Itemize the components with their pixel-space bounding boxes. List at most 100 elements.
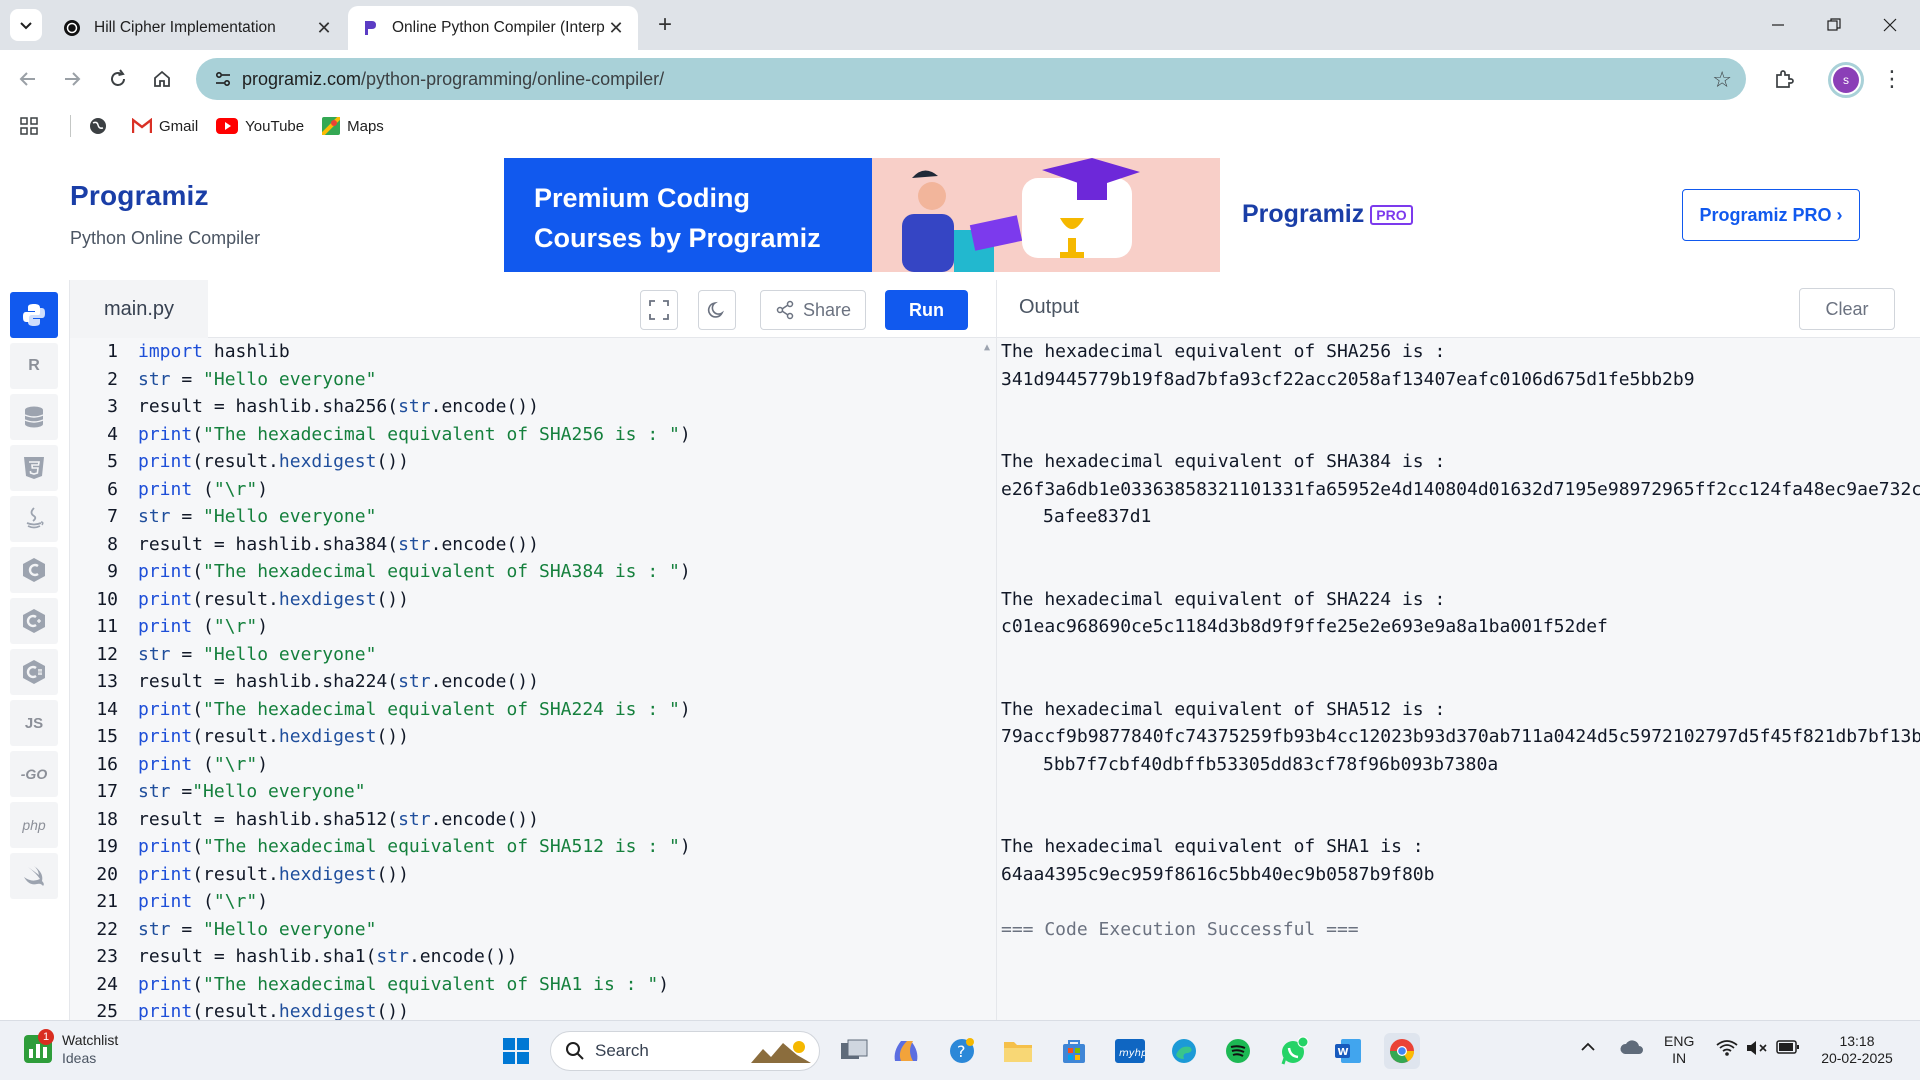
clear-output-button[interactable]: Clear: [1799, 288, 1895, 330]
copilot-icon[interactable]: [888, 1033, 924, 1069]
line-number: 15: [96, 726, 118, 748]
code-line[interactable]: 21 print ("\r"): [70, 888, 268, 916]
pro-badge: PRO: [1370, 205, 1413, 226]
tab-search-button[interactable]: [10, 9, 42, 41]
get-help-icon[interactable]: ?: [944, 1033, 980, 1069]
microsoft-store-icon[interactable]: [1056, 1033, 1092, 1069]
whatsapp-icon[interactable]: [1276, 1033, 1312, 1069]
clock[interactable]: 13:18 20-02-2025: [1812, 1033, 1902, 1067]
line-number: 2: [107, 368, 118, 390]
taskbar-search[interactable]: Search: [550, 1031, 820, 1071]
file-explorer-icon[interactable]: [1000, 1033, 1036, 1069]
code-line[interactable]: 14 print("The hexadecimal equivalent of S…: [70, 696, 690, 724]
share-icon: [776, 300, 794, 320]
browser-toolbar: programiz.com/python-programming/online-…: [0, 50, 1920, 108]
dark-mode-button[interactable]: [698, 290, 736, 330]
forward-button[interactable]: [56, 63, 88, 95]
code-line[interactable]: 25 print(result.hexdigest()): [70, 998, 409, 1020]
code-line[interactable]: 23 result = hashlib.sha1(str.encode()): [70, 943, 517, 971]
code-line[interactable]: 3 result = hashlib.sha256(str.encode()): [70, 393, 539, 421]
code-line[interactable]: 19 print("The hexadecimal equivalent of S…: [70, 833, 690, 861]
close-window-button[interactable]: [1870, 8, 1910, 42]
edge-browser-icon[interactable]: [1166, 1033, 1202, 1069]
programiz-logo[interactable]: Programiz: [70, 180, 209, 212]
globe-bookmark[interactable]: [89, 117, 114, 135]
watchlist-widget[interactable]: 1 Watchlist Ideas: [24, 1029, 118, 1067]
csharp-language-icon[interactable]: [10, 649, 58, 695]
show-hidden-icons-chevron-icon[interactable]: [1580, 1039, 1596, 1059]
code-line[interactable]: 8 result = hashlib.sha384(str.encode()): [70, 531, 539, 559]
html5-icon[interactable]: [10, 445, 58, 491]
close-tab-icon[interactable]: ✕: [606, 18, 626, 39]
code-line[interactable]: 17 str ="Hello everyone": [70, 778, 365, 806]
wifi-icon[interactable]: [1716, 1039, 1738, 1061]
bookmark-maps[interactable]: Maps: [322, 117, 384, 135]
java-icon[interactable]: [10, 496, 58, 542]
code-line[interactable]: 18 result = hashlib.sha512(str.encode()): [70, 806, 539, 834]
fullscreen-button[interactable]: [640, 290, 678, 330]
address-bar[interactable]: programiz.com/python-programming/online-…: [196, 58, 1746, 100]
code-line[interactable]: 5 print(result.hexdigest()): [70, 448, 409, 476]
go-language-icon[interactable]: -GO: [10, 751, 58, 797]
onedrive-cloud-icon[interactable]: [1620, 1039, 1644, 1059]
language-indicator[interactable]: ENG IN: [1664, 1033, 1694, 1067]
programiz-pro-button[interactable]: Programiz PRO ›: [1682, 189, 1860, 241]
code-line[interactable]: 22 str = "Hello everyone": [70, 916, 376, 944]
scroll-up-icon[interactable]: ▲: [984, 342, 990, 353]
extensions-button[interactable]: [1768, 63, 1800, 95]
run-button[interactable]: Run: [885, 290, 968, 330]
close-tab-icon[interactable]: ✕: [314, 18, 334, 39]
file-tab-main-py[interactable]: main.py: [70, 280, 208, 338]
site-info-icon[interactable]: [204, 69, 242, 89]
code-editor[interactable]: 1 import hashlib 2 str = "Hello everyone" 3 r…: [70, 338, 996, 1020]
task-view-icon[interactable]: [836, 1033, 872, 1069]
battery-icon[interactable]: [1776, 1039, 1800, 1059]
promo-banner[interactable]: Premium Coding Courses by Programiz Prog…: [504, 158, 1414, 272]
new-tab-button[interactable]: +: [650, 10, 680, 40]
share-button[interactable]: Share: [760, 290, 866, 330]
code-text: str = "Hello everyone": [138, 368, 377, 390]
chrome-icon[interactable]: [1384, 1033, 1420, 1069]
bookmark-gmail[interactable]: Gmail: [132, 118, 198, 135]
code-line[interactable]: 15 print(result.hexdigest()): [70, 723, 409, 751]
myhp-icon[interactable]: myhp: [1112, 1033, 1148, 1069]
reload-button[interactable]: [102, 63, 134, 95]
sql-database-icon[interactable]: [10, 394, 58, 440]
more-options-icon[interactable]: ⋮: [1880, 63, 1904, 95]
spotify-icon[interactable]: [1220, 1033, 1256, 1069]
volume-muted-icon[interactable]: [1746, 1039, 1768, 1061]
code-line[interactable]: 10 print(result.hexdigest()): [70, 586, 409, 614]
tab-online-python-compiler[interactable]: Online Python Compiler (Interp ✕: [348, 6, 638, 50]
bookmark-youtube[interactable]: YouTube: [216, 118, 304, 135]
bookmark-star-icon[interactable]: ☆: [1712, 67, 1732, 93]
code-line[interactable]: 4 print("The hexadecimal equivalent of SH…: [70, 421, 691, 449]
code-line[interactable]: 24 print("The hexadecimal equivalent of S…: [70, 971, 669, 999]
code-line[interactable]: 16 print ("\r"): [70, 751, 268, 779]
c-language-icon[interactable]: [10, 547, 58, 593]
javascript-icon[interactable]: JS: [10, 700, 58, 746]
tab-hill-cipher[interactable]: Hill Cipher Implementation ✕: [50, 6, 346, 50]
code-line[interactable]: 1 import hashlib: [70, 338, 290, 366]
profile-avatar[interactable]: s: [1828, 62, 1864, 98]
home-button[interactable]: [146, 63, 178, 95]
code-line[interactable]: 9 print("The hexadecimal equivalent of SH…: [70, 558, 691, 586]
windows-start-icon[interactable]: [498, 1033, 534, 1069]
word-icon[interactable]: W: [1330, 1033, 1366, 1069]
php-icon[interactable]: php: [10, 802, 58, 848]
code-line[interactable]: 13 result = hashlib.sha224(str.encode()): [70, 668, 539, 696]
code-line[interactable]: 20 print(result.hexdigest()): [70, 861, 409, 889]
cpp-language-icon[interactable]: [10, 598, 58, 644]
r-language-icon[interactable]: R: [10, 343, 58, 389]
code-line[interactable]: 6 print ("\r"): [70, 476, 268, 504]
code-line[interactable]: 12 str = "Hello everyone": [70, 641, 376, 669]
python-language-icon[interactable]: [10, 292, 58, 338]
code-line[interactable]: 2 str = "Hello everyone": [70, 366, 376, 394]
apps-grid-icon[interactable]: [20, 117, 38, 135]
code-line[interactable]: 7 str = "Hello everyone": [70, 503, 376, 531]
code-line[interactable]: 11 print ("\r"): [70, 613, 268, 641]
date-text: 20-02-2025: [1821, 1050, 1893, 1066]
restore-window-button[interactable]: [1814, 8, 1854, 42]
minimize-window-button[interactable]: [1758, 8, 1798, 42]
swift-icon[interactable]: [10, 853, 58, 899]
back-button[interactable]: [12, 63, 44, 95]
